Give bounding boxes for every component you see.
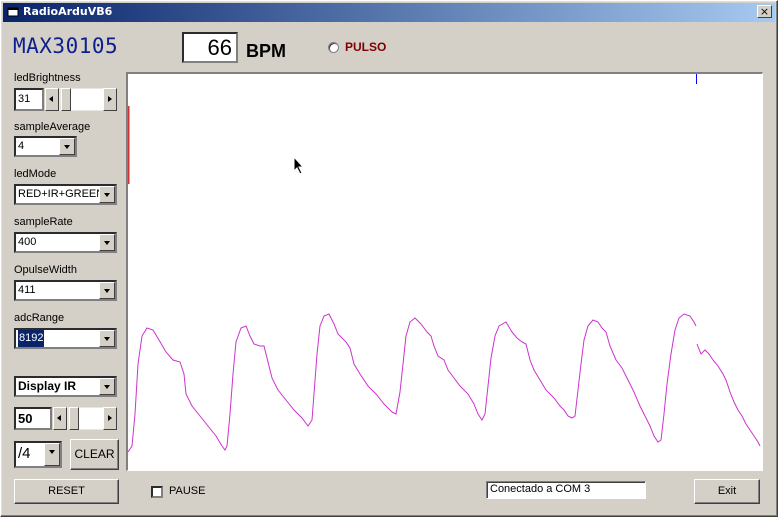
waveform-trace-continued <box>696 343 761 447</box>
led-brightness-control: 31 <box>14 88 117 111</box>
scroll-thumb[interactable] <box>69 407 79 430</box>
scroll-left-icon[interactable] <box>45 88 59 111</box>
scale-control: 50 <box>14 407 117 430</box>
status-text: Conectado a COM 3 <box>486 481 646 499</box>
divider-value: /4 <box>18 445 31 462</box>
chevron-down-icon[interactable] <box>99 186 115 203</box>
chevron-down-icon[interactable] <box>99 330 115 347</box>
sample-rate-select[interactable]: 400 <box>14 232 117 253</box>
pulse-label: PULSO <box>345 40 387 54</box>
pulse-radio[interactable] <box>328 42 339 53</box>
clear-button[interactable]: CLEAR <box>70 439 119 470</box>
led-mode-select[interactable]: RED+IR+GREEN <box>14 184 117 205</box>
mouse-pointer-icon <box>293 156 305 175</box>
scroll-right-icon[interactable] <box>103 407 117 430</box>
sample-rate-value: 400 <box>18 236 37 248</box>
led-brightness-scrollbar[interactable] <box>45 88 117 111</box>
adc-range-select[interactable]: 8192 <box>14 328 117 349</box>
exit-button[interactable]: Exit <box>694 479 760 504</box>
chevron-down-icon[interactable] <box>59 138 75 155</box>
device-name: MAX30105 <box>13 34 119 58</box>
bpm-label: BPM <box>246 41 286 61</box>
led-brightness-label: ledBrightness <box>14 72 81 84</box>
title-bar: RadioArduVB6 × <box>3 3 775 22</box>
pulse-width-select[interactable]: 411 <box>14 280 117 301</box>
scroll-thumb[interactable] <box>61 88 71 111</box>
pulse-width-value: 411 <box>18 284 36 296</box>
scroll-track <box>69 89 103 110</box>
led-mode-label: ledMode <box>14 168 57 180</box>
adc-range-value: 8192 <box>18 330 45 347</box>
display-select[interactable]: Display IR <box>14 376 117 397</box>
led-brightness-value[interactable]: 31 <box>14 88 44 111</box>
scroll-right-icon[interactable] <box>103 88 117 111</box>
main-window: RadioArduVB6 × MAX30105 66 BPM PULSO led… <box>0 0 778 517</box>
sample-average-value: 4 <box>18 140 25 152</box>
waveform-trace <box>128 313 697 453</box>
scale-value[interactable]: 50 <box>14 407 52 430</box>
app-window-icon <box>7 7 19 17</box>
waveform-svg <box>128 74 761 453</box>
close-button[interactable]: × <box>757 5 772 18</box>
divider-select[interactable]: /4 <box>14 441 62 468</box>
chevron-down-icon[interactable] <box>99 234 115 251</box>
led-mode-value: RED+IR+GREEN <box>18 188 105 200</box>
chevron-down-icon[interactable] <box>44 443 60 466</box>
close-icon: × <box>759 5 770 18</box>
display-value: Display IR <box>18 379 77 393</box>
scroll-left-icon[interactable] <box>53 407 67 430</box>
pulse-width-label: OpulseWidth <box>14 264 77 276</box>
pause-label: PAUSE <box>169 485 206 497</box>
sample-average-label: sampleAverage <box>14 121 91 133</box>
scale-scrollbar[interactable] <box>53 407 117 430</box>
pause-checkbox[interactable] <box>151 486 163 498</box>
sample-average-select[interactable]: 4 <box>14 136 77 157</box>
adc-range-label: adcRange <box>14 312 65 324</box>
chevron-down-icon[interactable] <box>99 282 115 299</box>
window-title: RadioArduVB6 <box>23 5 113 18</box>
scroll-track <box>77 408 103 429</box>
sample-rate-label: sampleRate <box>14 216 73 228</box>
waveform-plot <box>126 72 763 471</box>
reset-button[interactable]: RESET <box>14 479 119 504</box>
chevron-down-icon[interactable] <box>99 378 115 395</box>
bpm-display: 66 <box>182 32 238 63</box>
